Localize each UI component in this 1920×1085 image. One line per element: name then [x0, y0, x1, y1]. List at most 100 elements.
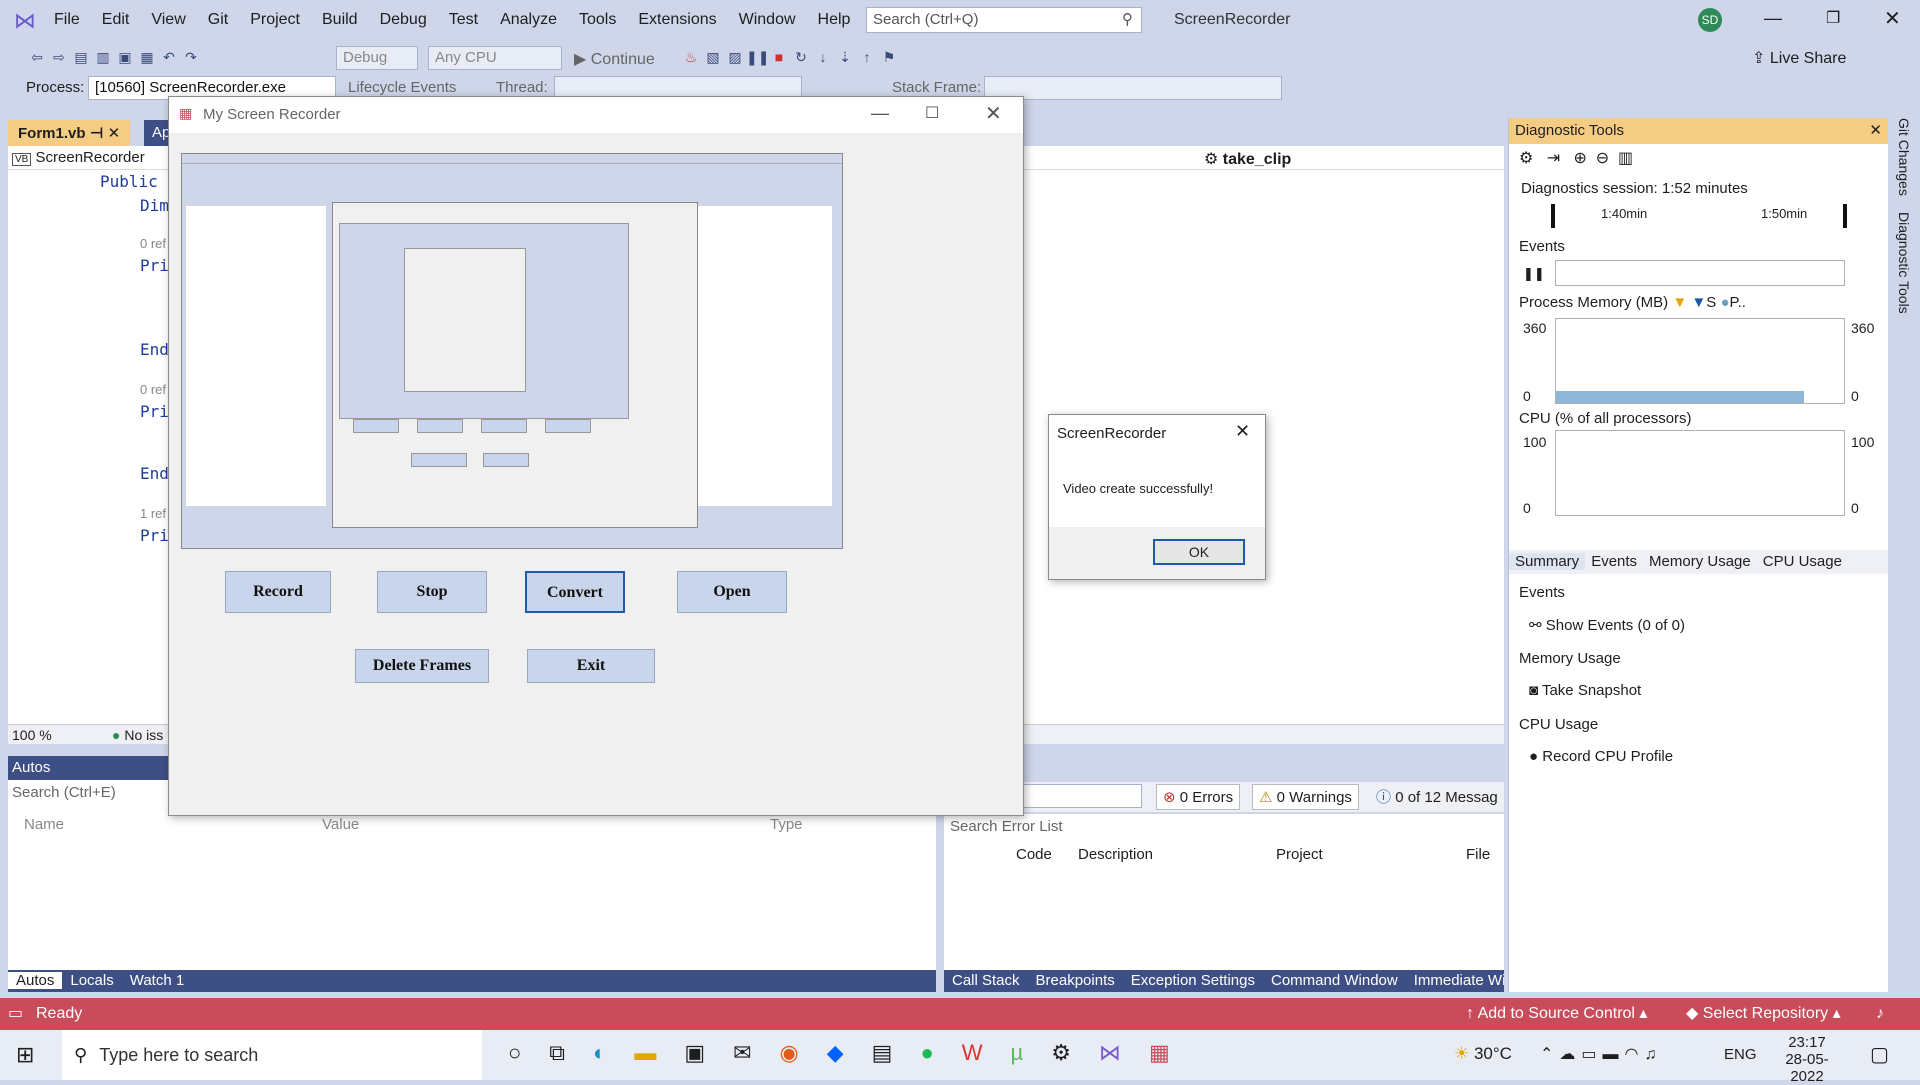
battery-icon[interactable]: ▬	[1603, 1046, 1625, 1063]
show-events-link[interactable]: ⚯ Show Events (0 of 0)	[1529, 616, 1685, 634]
screen-recorder-taskbar-icon[interactable]: ▦	[1149, 1040, 1198, 1065]
add-to-source-control[interactable]: ↑ Add to Source Control ▴	[1466, 998, 1647, 1030]
menu-test[interactable]: Test	[449, 11, 478, 29]
task-view-icon[interactable]: ⧉	[549, 1040, 593, 1065]
tab-memory-usage[interactable]: Memory Usage	[1643, 553, 1757, 570]
close-panel-icon[interactable]: ✕	[1869, 118, 1882, 144]
errors-filter-button[interactable]: ⊗ 0 Errors	[1156, 784, 1241, 810]
zoom-select[interactable]: 100 %	[12, 727, 52, 743]
edge-icon[interactable]: ◐	[593, 1040, 634, 1065]
tab-events[interactable]: Events	[1585, 553, 1643, 570]
recorder-close-icon[interactable]: ✕	[985, 101, 1002, 126]
tab-call-stack[interactable]: Call Stack	[944, 972, 1028, 989]
process-memory-label[interactable]: Process Memory (MB) ▼ ▼S ●P..	[1519, 294, 1746, 311]
zoom-in-icon[interactable]: ⊕	[1573, 150, 1586, 167]
cpu-section-label[interactable]: CPU (% of all processors)	[1519, 410, 1692, 427]
zoom-out-icon[interactable]: ⊖	[1596, 150, 1609, 167]
wps-icon[interactable]: W	[962, 1040, 1011, 1065]
warnings-filter-button[interactable]: ⚠ 0 Warnings	[1252, 784, 1359, 810]
codelens-2[interactable]: 0 ref	[140, 382, 166, 397]
minimize-icon[interactable]: —	[1764, 8, 1782, 29]
tab-command-window[interactable]: Command Window	[1263, 972, 1406, 989]
new-project-icon[interactable]: ▤	[70, 46, 92, 68]
firefox-icon[interactable]: ◉	[780, 1040, 827, 1065]
live-share-button[interactable]: ⇪ Live Share	[1752, 48, 1846, 68]
clock[interactable]: 23:17 28-05-2022	[1770, 1034, 1844, 1085]
bookmark-icon[interactable]: ⚑	[878, 46, 900, 68]
menu-view[interactable]: View	[151, 11, 185, 29]
col-type[interactable]: Type	[770, 816, 803, 833]
convert-button[interactable]: Convert	[525, 571, 625, 613]
take-snapshot-button[interactable]: ◙ Take Snapshot	[1529, 682, 1641, 699]
vs-taskbar-icon[interactable]: ⋈	[1099, 1040, 1149, 1065]
input-language[interactable]: ENG	[1724, 1046, 1757, 1063]
tab-breakpoints[interactable]: Breakpoints	[1028, 972, 1123, 989]
menu-window[interactable]: Window	[739, 11, 796, 29]
pause-events-icon[interactable]: ❚❚	[1523, 266, 1545, 282]
col-project[interactable]: Project	[1276, 846, 1323, 863]
step-out-icon[interactable]: ↑	[856, 46, 878, 68]
error-search-input[interactable]: Search Error List	[950, 818, 1063, 835]
pin-icon[interactable]: ⊣	[90, 125, 104, 142]
pause-icon[interactable]: ❚❚	[746, 46, 769, 68]
menu-file[interactable]: File	[54, 11, 80, 29]
menu-build[interactable]: Build	[322, 11, 358, 29]
tab-form1[interactable]: Form1.vb ⊣ ✕	[8, 120, 131, 146]
close-tab-icon[interactable]: ✕	[108, 125, 121, 142]
tab-immediate-window[interactable]: Immediate Wind	[1406, 972, 1504, 989]
taskbar-search[interactable]: ⚲ Type here to search	[62, 1030, 482, 1080]
configuration-select[interactable]: Debug	[336, 46, 418, 70]
step-over-icon[interactable]: ↓	[812, 46, 834, 68]
store-icon[interactable]: ▣	[684, 1040, 733, 1065]
onedrive-icon[interactable]: ☁	[1559, 1046, 1581, 1063]
undo-icon[interactable]: ↶	[158, 46, 180, 68]
member-combo[interactable]: ⚙ take_clip	[1204, 149, 1291, 169]
autos-search-input[interactable]: Search (Ctrl+E)	[12, 784, 116, 801]
tab-watch1[interactable]: Watch 1	[122, 972, 192, 989]
menu-analyze[interactable]: Analyze	[500, 11, 557, 29]
menu-help[interactable]: Help	[818, 11, 851, 29]
messages-filter-button[interactable]: ⓘ 0 of 12 Messag	[1376, 786, 1498, 807]
restore-icon[interactable]: ❐	[1826, 8, 1840, 28]
open-folder-icon[interactable]: ▥	[92, 46, 114, 68]
save-all-icon[interactable]: ▦	[136, 46, 158, 68]
redo-icon[interactable]: ↷	[180, 46, 202, 68]
cortana-icon[interactable]: ○	[508, 1040, 549, 1065]
codelens-3[interactable]: 1 ref	[140, 506, 166, 521]
layout-icon[interactable]: ▨	[724, 46, 746, 68]
cryptomator-icon[interactable]: ▤	[872, 1040, 921, 1065]
events-section-label[interactable]: Events	[1519, 238, 1565, 255]
utorrent-icon[interactable]: µ	[1011, 1040, 1052, 1065]
timeline-ruler[interactable]: 1:40min 1:50min	[1551, 204, 1847, 228]
wifi-icon[interactable]: ◠	[1625, 1046, 1645, 1063]
menu-tools[interactable]: Tools	[579, 11, 616, 29]
spotify-icon[interactable]: ●	[920, 1040, 961, 1065]
settings-app-icon[interactable]: ⚙	[1051, 1040, 1099, 1065]
ok-button[interactable]: OK	[1153, 539, 1245, 565]
col-name[interactable]: Name	[24, 816, 64, 833]
file-explorer-icon[interactable]: ▬	[634, 1040, 684, 1065]
step-into-icon[interactable]: ⇣	[834, 46, 856, 68]
git-changes-tab[interactable]: Git Changes	[1896, 118, 1912, 196]
platform-select[interactable]: Any CPU	[428, 46, 562, 70]
bell-icon[interactable]: ♪	[1876, 998, 1884, 1030]
export-icon[interactable]: ⇥	[1547, 150, 1560, 167]
stack-frame-select[interactable]	[984, 76, 1282, 100]
chart-icon[interactable]: ▥	[1618, 150, 1633, 167]
close-icon[interactable]: ✕	[1884, 6, 1901, 31]
browse-icon[interactable]: ▧	[702, 46, 724, 68]
menu-debug[interactable]: Debug	[380, 11, 427, 29]
weather[interactable]: ☀ 30°C	[1454, 1044, 1512, 1064]
select-repository[interactable]: ◆ Select Repository ▴	[1686, 998, 1841, 1030]
exit-button[interactable]: Exit	[527, 649, 655, 683]
recorder-maximize-icon[interactable]: ☐	[925, 103, 939, 123]
delete-frames-button[interactable]: Delete Frames	[355, 649, 489, 683]
lifecycle-events-button[interactable]: Lifecycle Events	[348, 79, 456, 96]
back-icon[interactable]: ⇦	[26, 46, 48, 68]
tab-cpu-usage[interactable]: CPU Usage	[1757, 553, 1848, 570]
menu-git[interactable]: Git	[208, 11, 228, 29]
save-icon[interactable]: ▣	[114, 46, 136, 68]
tray-chevron-icon[interactable]: ⌃	[1540, 1046, 1559, 1063]
forward-icon[interactable]: ⇨	[48, 46, 70, 68]
menu-project[interactable]: Project	[250, 11, 300, 29]
